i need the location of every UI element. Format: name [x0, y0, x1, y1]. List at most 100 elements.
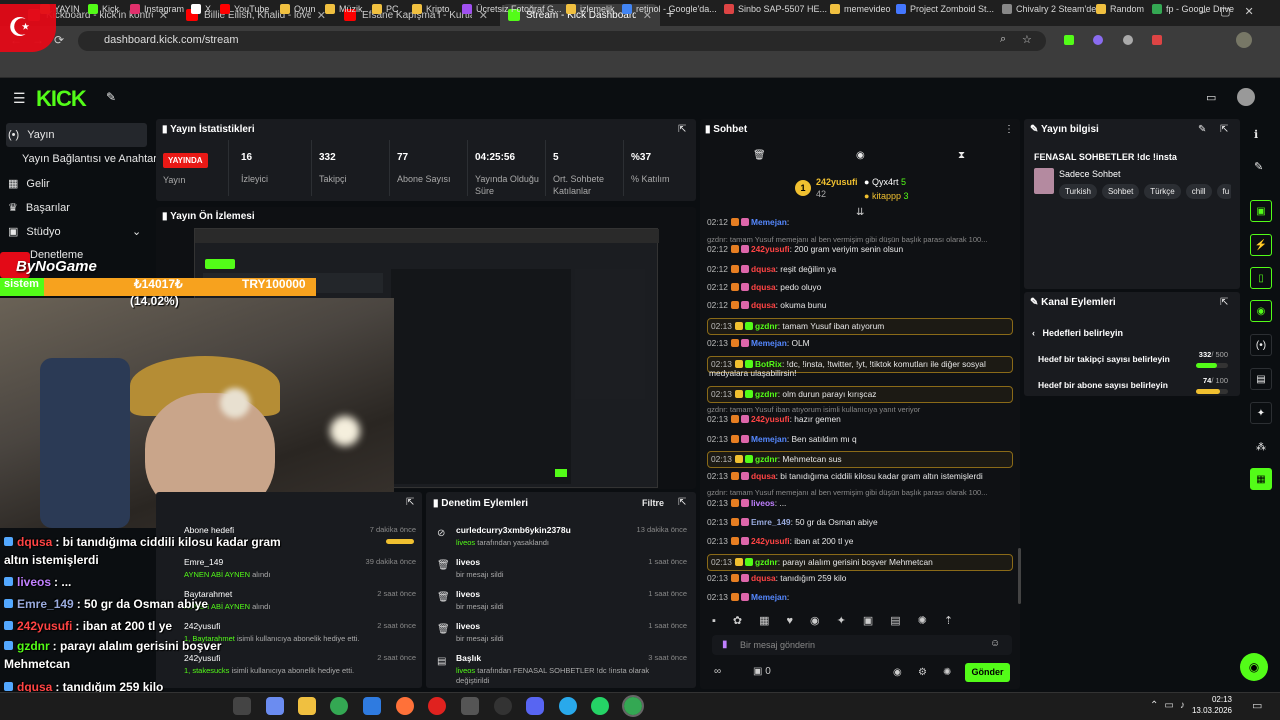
stream-tag[interactable]: fu [1216, 184, 1231, 199]
sidebar-item-basarilar[interactable]: ♛ Başarılar [8, 201, 70, 215]
whatsapp-icon[interactable] [591, 697, 609, 715]
sidebar-item-studyo[interactable]: ▣ Stüdyo ⌄ [8, 225, 141, 239]
stream-tag[interactable]: Türkçe [1144, 184, 1181, 199]
chat-username[interactable]: 242yusufi [751, 414, 790, 424]
chat-username[interactable]: dqusa [751, 282, 776, 292]
popout-icon[interactable]: ⇱ [1220, 124, 1228, 135]
chrome-icon[interactable] [330, 697, 348, 715]
send-button[interactable]: Gönder [965, 663, 1010, 682]
info-icon[interactable]: ℹ [1254, 128, 1258, 141]
notification-icon[interactable]: ▭ [1252, 699, 1262, 712]
obs-icon[interactable] [461, 697, 479, 715]
chat-users-icon[interactable]: ∞ [714, 666, 721, 677]
bookmark-star-icon[interactable]: ☆ [1022, 33, 1032, 46]
help-chat-icon[interactable]: ◉ [1240, 653, 1268, 681]
task-view-icon[interactable] [233, 697, 251, 715]
emoji-icon[interactable]: ☺ [990, 638, 1000, 649]
bookmark-item[interactable]: Project Zomboid St... [896, 4, 994, 14]
bookmark-item[interactable]: retinol - Google'da... [622, 4, 717, 14]
stream-tag[interactable]: chill [1185, 184, 1212, 199]
telegram-icon[interactable] [559, 697, 577, 715]
chat-username[interactable]: dqusa [751, 573, 776, 583]
chat-menu-icon[interactable]: ⋮ [1004, 124, 1014, 135]
firefox-icon[interactable] [396, 697, 414, 715]
url-field[interactable]: dashboard.kick.com/stream [78, 31, 1046, 51]
chat-username[interactable]: 242yusufi [751, 244, 790, 254]
bookmark-item[interactable]: Kick [88, 4, 119, 14]
chat-username[interactable]: dqusa [751, 300, 776, 310]
user-avatar[interactable] [1237, 88, 1255, 106]
pin-icon[interactable]: ✎ [106, 90, 116, 104]
sidebar-item-stream-key[interactable]: Yayın Bağlantısı ve Anahtarı [22, 153, 160, 165]
discord-icon[interactable] [526, 697, 544, 715]
tray-icons[interactable]: ⌃▭♪ [1150, 700, 1191, 711]
chat-username[interactable]: 242yusufi [751, 536, 790, 546]
explorer-icon[interactable] [298, 697, 316, 715]
goal-label[interactable]: Hedef bir takipçi sayısı belirleyin [1038, 354, 1170, 364]
bookmark-item[interactable]: Ücretsiz Fotoğraf G... [462, 4, 562, 14]
back-to-goals[interactable]: ‹ Hedefleri belirleyin [1032, 328, 1123, 338]
chat-username[interactable]: Memejan [751, 338, 787, 348]
sidebar-item-yayin[interactable]: (•) Yayın [8, 129, 55, 141]
rail-broadcast-button[interactable]: (•) [1250, 334, 1272, 356]
filter-button[interactable]: Filtre [642, 498, 664, 508]
chat-username[interactable]: gzdnr [755, 557, 778, 567]
steam-icon[interactable] [494, 697, 512, 715]
rail-nodes-button[interactable]: ⁂ [1250, 436, 1272, 458]
rail-phone-button[interactable]: ▯ [1250, 267, 1272, 289]
bookmark-item[interactable]: YouTube [220, 4, 269, 14]
chrome-active-icon[interactable] [622, 695, 644, 717]
emote-bar[interactable]: ▪✿▦♥◉✦▣▤✺⇡ [712, 614, 1012, 630]
chat-icon[interactable]: ◉ [893, 667, 902, 678]
kick-logo[interactable]: KICK [36, 86, 87, 112]
chat-username[interactable]: Memejan [751, 434, 787, 444]
bookmark-item[interactable]: fp - Google Drive [1152, 4, 1234, 14]
goal-label[interactable]: Hedef bir abone sayısı belirleyin [1038, 380, 1168, 390]
rail-wrench-button[interactable]: ✦ [1250, 402, 1272, 424]
chat-username[interactable]: gzdnr [755, 389, 778, 399]
bookmark-item[interactable]: memevideo [830, 4, 891, 14]
chat-username[interactable]: dqusa [751, 264, 776, 274]
chat-username[interactable]: Memejan [751, 592, 787, 602]
profile-avatar[interactable] [1236, 32, 1252, 48]
chat-username[interactable]: gzdnr [755, 454, 778, 464]
popout-icon[interactable]: ⇱ [678, 497, 686, 508]
stream-tag[interactable]: Turkish [1059, 184, 1097, 199]
bookmark-item[interactable]: PC [372, 4, 399, 14]
chat-username[interactable]: dqusa [751, 471, 776, 481]
search-icon[interactable]: ⌕ [1000, 33, 1006, 46]
edit-icon[interactable]: ✎ [1198, 124, 1206, 135]
bookmark-item[interactable]: izlemelik [566, 4, 615, 14]
rail-chat-button[interactable]: ◉ [1250, 300, 1272, 322]
bookmark-item[interactable]: Instagram [130, 4, 184, 14]
chat-username[interactable]: Emre_149 [751, 517, 791, 527]
bookmark-item[interactable]: Kripto [412, 4, 450, 14]
settings-icon[interactable]: ⚙ [918, 667, 927, 678]
chat-input[interactable]: ▮ Bir mesaj gönderin ☺ [712, 635, 1012, 655]
copilot-icon[interactable] [266, 697, 284, 715]
popout-icon[interactable]: ⇱ [406, 497, 414, 508]
chat-username[interactable]: Memejan [751, 217, 787, 227]
card-icon[interactable]: ▭ [1206, 91, 1216, 104]
rail-bolt-button[interactable]: ⚡ [1250, 234, 1272, 256]
mail-icon[interactable] [363, 697, 381, 715]
chat-username[interactable]: gzdnr [755, 321, 778, 331]
bookmark-item[interactable]: Chivalry 2 Steam'de [1002, 4, 1096, 14]
sidebar-item-gelir[interactable]: ▦ Gelir [8, 177, 50, 191]
hourglass-icon[interactable]: ⧗ [958, 150, 965, 161]
chat-username[interactable]: liveos [751, 498, 775, 508]
extension-icons[interactable] [1056, 34, 1236, 48]
rail-camera-button[interactable]: ▣ [1250, 200, 1272, 222]
chat-bubble-icon[interactable]: ◉ [856, 150, 865, 161]
menu-icon[interactable]: ☰ [13, 90, 26, 107]
bookmark-item[interactable]: X [191, 4, 211, 14]
trash-icon[interactable]: 🗑 [753, 150, 766, 161]
bookmark-item[interactable]: Müzik [325, 4, 363, 14]
rail-studio-button[interactable]: ▦ [1250, 468, 1272, 490]
bookmark-item[interactable]: Sinbo SAP-5507 HE... [724, 4, 827, 14]
bot-icon[interactable]: ✺ [943, 667, 951, 678]
opera-icon[interactable] [428, 697, 446, 715]
stream-tag[interactable]: Sohbet [1101, 184, 1140, 199]
popout-icon[interactable]: ⇱ [678, 124, 686, 135]
bookmark-item[interactable]: Oyun [280, 4, 316, 14]
